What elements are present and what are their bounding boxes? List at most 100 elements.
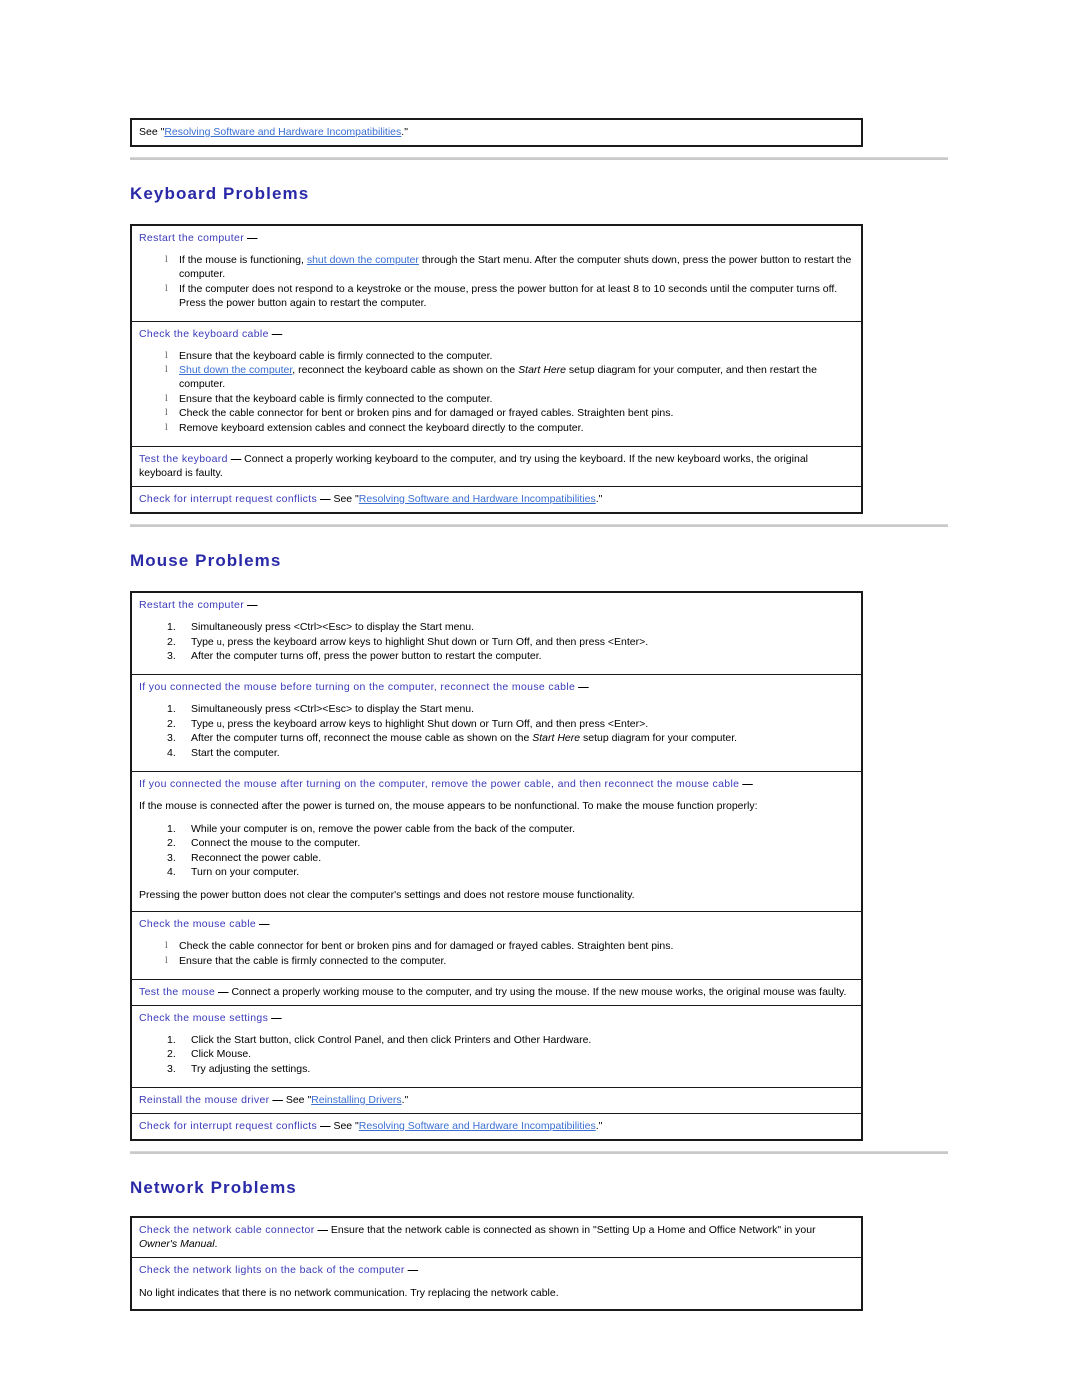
row-check-interrupt-request-conflicts: Check for interrupt request conflicts — …	[130, 1112, 863, 1141]
list-item: Start the computer.	[167, 747, 854, 761]
em-dash: —	[742, 777, 753, 790]
em-dash: —	[246, 599, 258, 612]
text-fragment: Click Mouse.	[191, 1048, 252, 1061]
top-note-prefix: See "	[139, 126, 165, 138]
text-fragment: After the computer turns off, reconnect …	[191, 732, 533, 745]
row-heading-label: Check the network cable connector	[139, 1224, 315, 1237]
list-item: Shut down the computer, reconnect the ke…	[165, 364, 854, 392]
table-row: Check the network lights on the back of …	[130, 1257, 863, 1311]
text-fragment: Reconnect the power cable.	[191, 851, 322, 864]
row-heading-label: Test the keyboard	[139, 452, 228, 465]
list-item: Check the cable connector for bent or br…	[165, 407, 854, 421]
text-fragment: ."	[401, 1093, 409, 1106]
row-heading: Check the keyboard cable —	[139, 327, 854, 341]
row-heading: Check for interrupt request conflicts — …	[139, 492, 854, 506]
em-dash: —	[407, 1264, 419, 1277]
row-heading: Check the mouse cable —	[139, 917, 854, 931]
section-title-keyboard: Keyboard Problems	[130, 184, 310, 204]
row-heading-label: Check for interrupt request conflicts	[139, 1119, 318, 1132]
list-item: Ensure that the keyboard cable is firmly…	[165, 350, 854, 364]
text-fragment: While your computer is on, remove the po…	[191, 822, 576, 835]
text-fragment: Remove keyboard extension cables and con…	[179, 421, 584, 434]
list-item: After the computer turns off, reconnect …	[167, 732, 854, 746]
text-fragment: If the mouse is functioning,	[179, 254, 307, 267]
em-dash: —	[218, 985, 229, 998]
text-fragment: Type	[191, 635, 217, 648]
link-resolving-software-hardware-incompatibilities[interactable]: Resolving Software and Hardware Incompat…	[359, 1120, 596, 1132]
row-heading: Test the keyboard — Connect a properly w…	[139, 452, 854, 480]
row-heading-label: Restart the computer	[139, 232, 245, 245]
link-reinstalling-drivers[interactable]: Reinstalling Drivers	[311, 1094, 401, 1106]
em-dash: —	[578, 681, 589, 694]
row-check-network-lights: Check the network lights on the back of …	[130, 1257, 863, 1311]
list-item: Check the cable connector for bent or br…	[165, 940, 854, 954]
bullet-list: Ensure that the keyboard cable is firmly…	[139, 350, 854, 436]
text-fragment: Ensure that the cable is firmly connecte…	[179, 954, 447, 967]
network-problems-table: Check the network cable connector — Ensu…	[130, 1216, 863, 1311]
list-item: Type u, press the keyboard arrow keys to…	[167, 718, 854, 732]
em-dash: —	[317, 1224, 328, 1237]
row-reconnect-mouse-cable-after: If you connected the mouse after turning…	[130, 770, 863, 912]
row-heading: Test the mouse — Connect a properly work…	[139, 985, 854, 999]
row-check-network-cable-connector: Check the network cable connector — Ensu…	[130, 1216, 863, 1259]
text-fragment: Type	[191, 717, 217, 730]
text-fragment: After the computer turns off, press the …	[191, 650, 542, 663]
italic-owners-manual: Owner's Manual	[139, 1238, 215, 1251]
table-row: Check for interrupt request conflicts — …	[130, 485, 863, 514]
list-item: Ensure that the keyboard cable is firmly…	[165, 393, 854, 407]
em-dash: —	[271, 1011, 282, 1024]
text-fragment: , press the keyboard arrow keys to highl…	[221, 635, 649, 648]
em-dash: —	[320, 492, 331, 505]
mouse-problems-table: Restart the computer — Simultaneously pr…	[130, 591, 863, 1142]
text-fragment: Simultaneously press <Ctrl><Esc> to disp…	[191, 621, 475, 634]
row-heading: Restart the computer —	[139, 231, 854, 245]
italic-start-here: Start Here	[532, 732, 581, 745]
row-heading-label: Test the mouse	[139, 985, 216, 998]
row-restart-the-computer: Restart the computer — If the mouse is f…	[130, 224, 863, 322]
row-check-the-keyboard-cable: Check the keyboard cable — Ensure that t…	[130, 320, 863, 447]
top-note-text: See "Resolving Software and Hardware Inc…	[139, 125, 854, 139]
italic-start-here: Start Here	[518, 364, 567, 377]
text-fragment: Turn on your computer.	[191, 866, 300, 879]
link-resolving-software-hardware-incompatibilities[interactable]: Resolving Software and Hardware Incompat…	[164, 126, 401, 138]
text-fragment: Try adjusting the settings.	[191, 1062, 311, 1075]
link-resolving-software-hardware-incompatibilities[interactable]: Resolving Software and Hardware Incompat…	[359, 493, 596, 505]
list-item: Simultaneously press <Ctrl><Esc> to disp…	[167, 703, 854, 717]
table-row: Restart the computer — Simultaneously pr…	[130, 591, 863, 676]
table-row: Restart the computer — If the mouse is f…	[130, 224, 863, 322]
table-row: Check the mouse cable — Check the cable …	[130, 910, 863, 980]
em-dash: —	[271, 327, 283, 340]
row-heading: Restart the computer —	[139, 598, 854, 612]
list-item: Click the Start button, click Control Pa…	[167, 1034, 854, 1048]
bullet-list: If the mouse is functioning, shut down t…	[139, 254, 854, 310]
list-item: Type u, press the keyboard arrow keys to…	[167, 636, 854, 650]
row-heading: Check the network cable connector — Ensu…	[139, 1223, 854, 1251]
text-fragment: ."	[595, 492, 603, 505]
link-shut-down-the-computer[interactable]: Shut down the computer	[179, 364, 292, 376]
list-item: If the mouse is functioning, shut down t…	[165, 254, 854, 282]
table-row: Check the keyboard cable — Ensure that t…	[130, 320, 863, 447]
row-heading-label: Check the mouse cable	[139, 917, 257, 930]
text-fragment: setup diagram for your computer.	[580, 732, 738, 745]
list-item: After the computer turns off, press the …	[167, 650, 854, 664]
link-shut-down-the-computer[interactable]: shut down the computer	[307, 254, 419, 266]
text-fragment: , reconnect the keyboard cable as shown …	[292, 364, 519, 377]
text-fragment: Ensure that the keyboard cable is firmly…	[179, 392, 493, 405]
row-heading-label: Check the keyboard cable	[139, 327, 269, 340]
section-title-mouse: Mouse Problems	[130, 551, 282, 571]
list-item: Reconnect the power cable.	[167, 852, 854, 866]
row-test-the-keyboard: Test the keyboard — Connect a properly w…	[130, 445, 863, 487]
lead-paragraph: If the mouse is connected after the powe…	[139, 799, 758, 812]
text-fragment: ."	[595, 1119, 603, 1132]
numbered-list: While your computer is on, remove the po…	[139, 823, 854, 880]
row-heading: If you connected the mouse before turnin…	[139, 680, 854, 694]
row-check-the-mouse-cable: Check the mouse cable — Check the cable …	[130, 910, 863, 980]
list-item: Simultaneously press <Ctrl><Esc> to disp…	[167, 621, 854, 635]
table-row: If you connected the mouse after turning…	[130, 770, 863, 912]
list-item: If the computer does not respond to a ke…	[165, 283, 854, 311]
text-fragment: See "	[330, 492, 359, 505]
text-fragment: Connect the mouse to the computer.	[191, 837, 361, 850]
document-content: See "Resolving Software and Hardware Inc…	[130, 118, 950, 1311]
table-row: Check the network cable connector — Ensu…	[130, 1216, 863, 1259]
top-note-cell: See "Resolving Software and Hardware Inc…	[130, 118, 863, 147]
